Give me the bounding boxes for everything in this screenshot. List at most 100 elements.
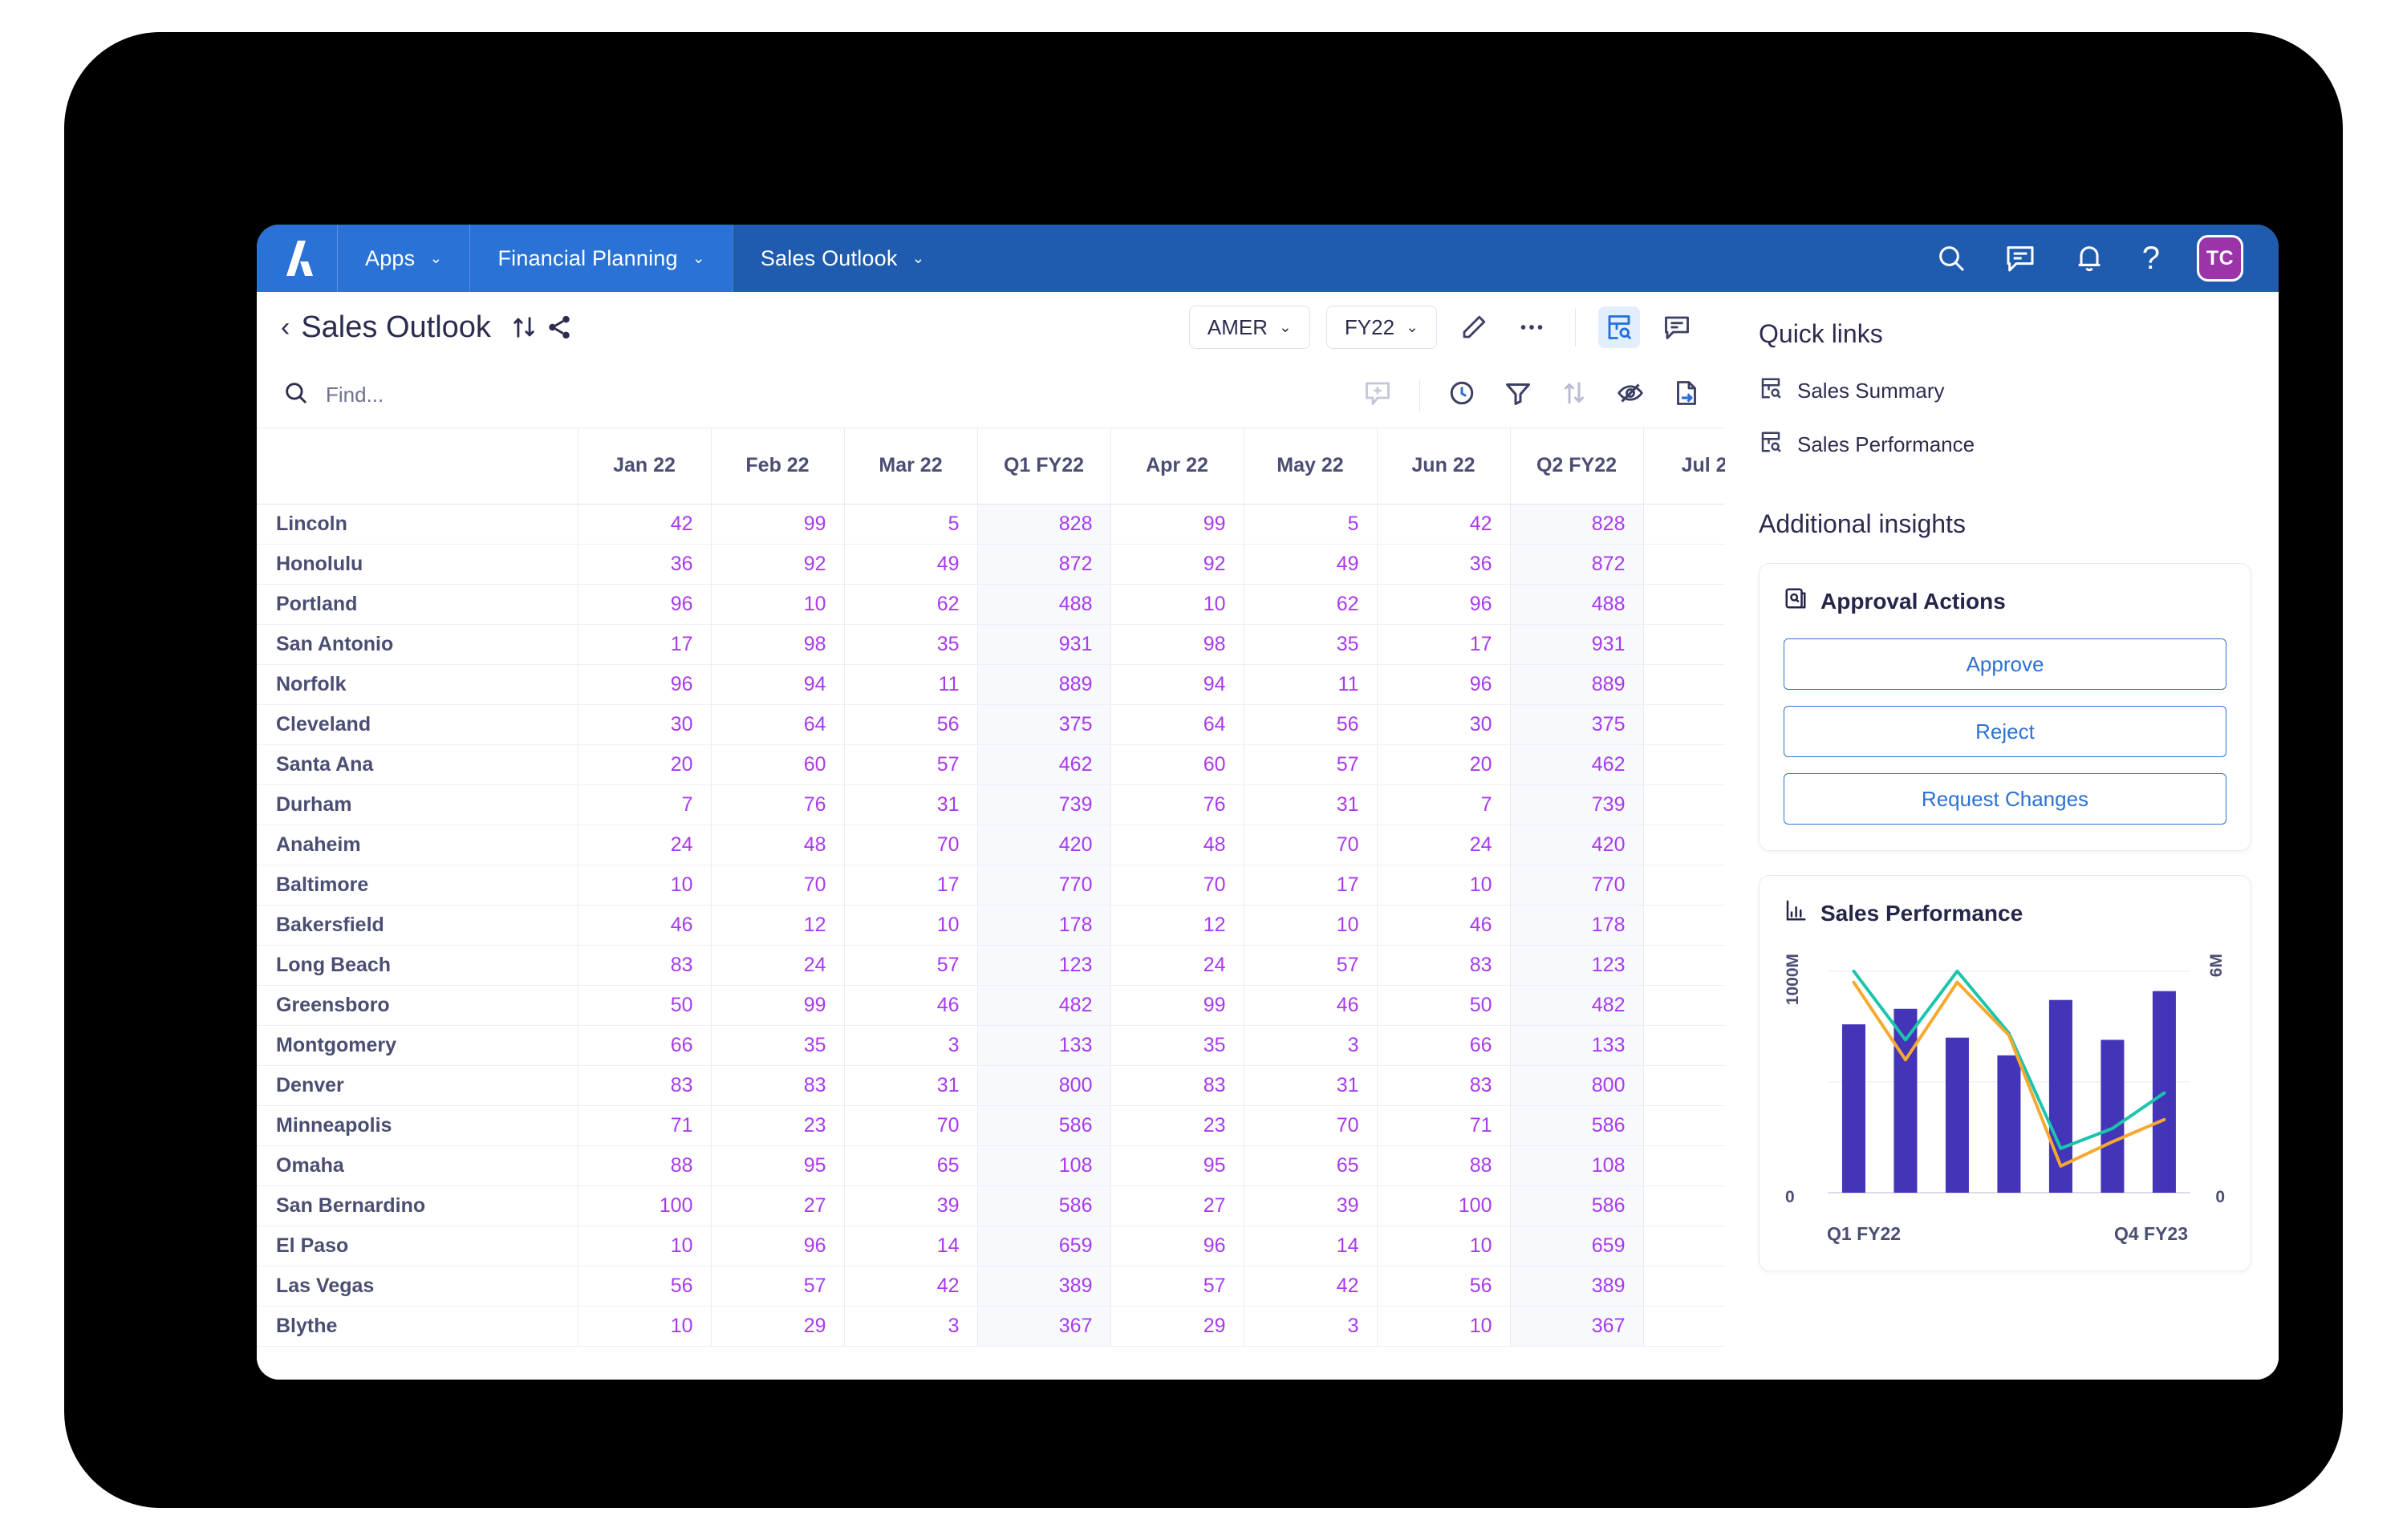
grid-value-cell[interactable]: 17 bbox=[578, 624, 712, 665]
grid-value-cell[interactable]: 367 bbox=[977, 1306, 1111, 1347]
row-label-cell[interactable]: Long Beach bbox=[257, 945, 578, 986]
grid-value-cell[interactable]: 83 bbox=[1377, 945, 1511, 986]
table-row[interactable]: Omaha88956510895658810865 bbox=[257, 1145, 1725, 1186]
hide-icon[interactable] bbox=[1616, 379, 1645, 411]
grid-value-cell[interactable]: 98 bbox=[1110, 624, 1244, 665]
grid-value-cell[interactable]: 92 bbox=[1110, 544, 1244, 585]
request-changes-button[interactable]: Request Changes bbox=[1784, 773, 2226, 825]
grid-value-cell[interactable]: 482 bbox=[977, 985, 1111, 1026]
grid-value-cell[interactable]: 3 bbox=[1244, 1306, 1378, 1347]
grid-value-cell[interactable]: 488 bbox=[1510, 584, 1644, 625]
quick-link-sales-summary[interactable]: Sales Summary bbox=[1759, 376, 2251, 406]
grid-value-cell[interactable]: 17 bbox=[1377, 624, 1511, 665]
grid-value-cell[interactable]: 872 bbox=[1510, 544, 1644, 585]
grid-value-cell[interactable]: 64 bbox=[1110, 704, 1244, 745]
grid-value-cell[interactable]: 42 bbox=[1377, 504, 1511, 545]
grid-value-cell[interactable]: 800 bbox=[977, 1065, 1111, 1106]
grid-value-cell[interactable]: 70 bbox=[1244, 825, 1378, 865]
table-row[interactable]: San Bernardino1002739586273910058639 bbox=[257, 1185, 1725, 1226]
table-row[interactable]: Portland96106248810629648862 bbox=[257, 584, 1725, 625]
grid-value-cell[interactable]: 20 bbox=[1377, 744, 1511, 785]
grid-value-cell[interactable]: 57 bbox=[1643, 945, 1725, 986]
add-comment-icon[interactable] bbox=[1363, 379, 1392, 411]
row-label-cell[interactable]: Lincoln bbox=[257, 504, 578, 545]
grid-value-cell[interactable]: 133 bbox=[1510, 1025, 1644, 1066]
grid-value-cell[interactable]: 70 bbox=[1643, 825, 1725, 865]
history-icon[interactable] bbox=[1447, 379, 1476, 411]
grid-value-cell[interactable]: 20 bbox=[578, 744, 712, 785]
grid-value-cell[interactable]: 46 bbox=[1643, 985, 1725, 1026]
grid-value-cell[interactable]: 70 bbox=[1643, 1105, 1725, 1146]
fiscal-year-selector[interactable]: FY22 ⌄ bbox=[1325, 306, 1437, 349]
grid-value-cell[interactable]: 42 bbox=[1244, 1266, 1378, 1307]
grid-value-cell[interactable]: 770 bbox=[977, 865, 1111, 906]
grid-value-cell[interactable]: 178 bbox=[1510, 905, 1644, 946]
grid-value-cell[interactable]: 14 bbox=[844, 1226, 978, 1266]
grid-value-cell[interactable]: 27 bbox=[711, 1185, 845, 1226]
grid-value-cell[interactable]: 31 bbox=[844, 784, 978, 825]
grid-value-cell[interactable]: 24 bbox=[1110, 945, 1244, 986]
grid-value-cell[interactable]: 70 bbox=[1244, 1105, 1378, 1146]
search-input[interactable] bbox=[326, 383, 727, 407]
grid-value-cell[interactable]: 49 bbox=[844, 544, 978, 585]
grid-value-cell[interactable]: 739 bbox=[1510, 784, 1644, 825]
grid-value-cell[interactable]: 375 bbox=[977, 704, 1111, 745]
grid-value-cell[interactable]: 66 bbox=[1377, 1025, 1511, 1066]
grid-value-cell[interactable]: 88 bbox=[578, 1145, 712, 1186]
grid-column-header[interactable]: Mar 22 bbox=[844, 428, 978, 505]
grid-value-cell[interactable]: 65 bbox=[1244, 1145, 1378, 1186]
grid-value-cell[interactable]: 95 bbox=[711, 1145, 845, 1186]
grid-value-cell[interactable]: 30 bbox=[1377, 704, 1511, 745]
grid-value-cell[interactable]: 99 bbox=[1110, 985, 1244, 1026]
grid-value-cell[interactable]: 49 bbox=[1244, 544, 1378, 585]
quick-link-sales-performance[interactable]: Sales Performance bbox=[1759, 430, 2251, 460]
grid-value-cell[interactable]: 30 bbox=[578, 704, 712, 745]
grid-value-cell[interactable]: 10 bbox=[578, 865, 712, 906]
sales-performance-chart[interactable]: 1000M 0 6M 0 bbox=[1784, 950, 2226, 1215]
grid-value-cell[interactable]: 35 bbox=[1110, 1025, 1244, 1066]
grid-value-cell[interactable]: 828 bbox=[977, 504, 1111, 545]
grid-value-cell[interactable]: 70 bbox=[711, 865, 845, 906]
grid-column-header[interactable]: Jun 22 bbox=[1377, 428, 1511, 505]
grid-value-cell[interactable]: 10 bbox=[711, 584, 845, 625]
grid-value-cell[interactable]: 46 bbox=[1377, 905, 1511, 946]
grid-value-cell[interactable]: 5 bbox=[844, 504, 978, 545]
grid-value-cell[interactable]: 586 bbox=[1510, 1185, 1644, 1226]
table-row[interactable]: Montgomery66353133353661333 bbox=[257, 1025, 1725, 1066]
grid-value-cell[interactable]: 24 bbox=[711, 945, 845, 986]
grid-value-cell[interactable]: 62 bbox=[1643, 584, 1725, 625]
grid-value-cell[interactable]: 7 bbox=[578, 784, 712, 825]
grid-search-icon[interactable] bbox=[1598, 306, 1640, 348]
grid-value-cell[interactable]: 92 bbox=[711, 544, 845, 585]
grid-value-cell[interactable]: 50 bbox=[578, 985, 712, 1026]
grid-value-cell[interactable]: 60 bbox=[711, 744, 845, 785]
row-label-cell[interactable]: Norfolk bbox=[257, 664, 578, 705]
grid-value-cell[interactable]: 31 bbox=[1244, 784, 1378, 825]
grid-value-cell[interactable]: 83 bbox=[711, 1065, 845, 1106]
grid-value-cell[interactable]: 10 bbox=[1377, 1226, 1511, 1266]
grid-value-cell[interactable]: 35 bbox=[1244, 624, 1378, 665]
grid-value-cell[interactable]: 42 bbox=[1643, 1266, 1725, 1307]
grid-value-cell[interactable]: 56 bbox=[1244, 704, 1378, 745]
grid-column-header[interactable]: Q1 FY22 bbox=[977, 428, 1111, 505]
grid-value-cell[interactable]: 10 bbox=[1377, 1306, 1511, 1347]
grid-value-cell[interactable]: 39 bbox=[844, 1185, 978, 1226]
grid-value-cell[interactable]: 23 bbox=[711, 1105, 845, 1146]
row-label-cell[interactable]: Durham bbox=[257, 784, 578, 825]
row-label-cell[interactable]: Denver bbox=[257, 1065, 578, 1106]
row-label-cell[interactable]: Santa Ana bbox=[257, 744, 578, 785]
grid-value-cell[interactable]: 57 bbox=[1244, 945, 1378, 986]
grid-value-cell[interactable]: 64 bbox=[711, 704, 845, 745]
row-label-cell[interactable]: Las Vegas bbox=[257, 1266, 578, 1307]
row-label-cell[interactable]: Honolulu bbox=[257, 544, 578, 585]
grid-value-cell[interactable]: 659 bbox=[977, 1226, 1111, 1266]
grid-value-cell[interactable]: 100 bbox=[578, 1185, 712, 1226]
grid-value-cell[interactable]: 95 bbox=[1110, 1145, 1244, 1186]
grid-value-cell[interactable]: 56 bbox=[1377, 1266, 1511, 1307]
grid-value-cell[interactable]: 389 bbox=[977, 1266, 1111, 1307]
grid-value-cell[interactable]: 60 bbox=[1110, 744, 1244, 785]
grid-column-header[interactable]: Q2 FY22 bbox=[1510, 428, 1644, 505]
grid-value-cell[interactable]: 71 bbox=[1377, 1105, 1511, 1146]
grid-value-cell[interactable]: 739 bbox=[977, 784, 1111, 825]
grid-value-cell[interactable]: 70 bbox=[1110, 865, 1244, 906]
